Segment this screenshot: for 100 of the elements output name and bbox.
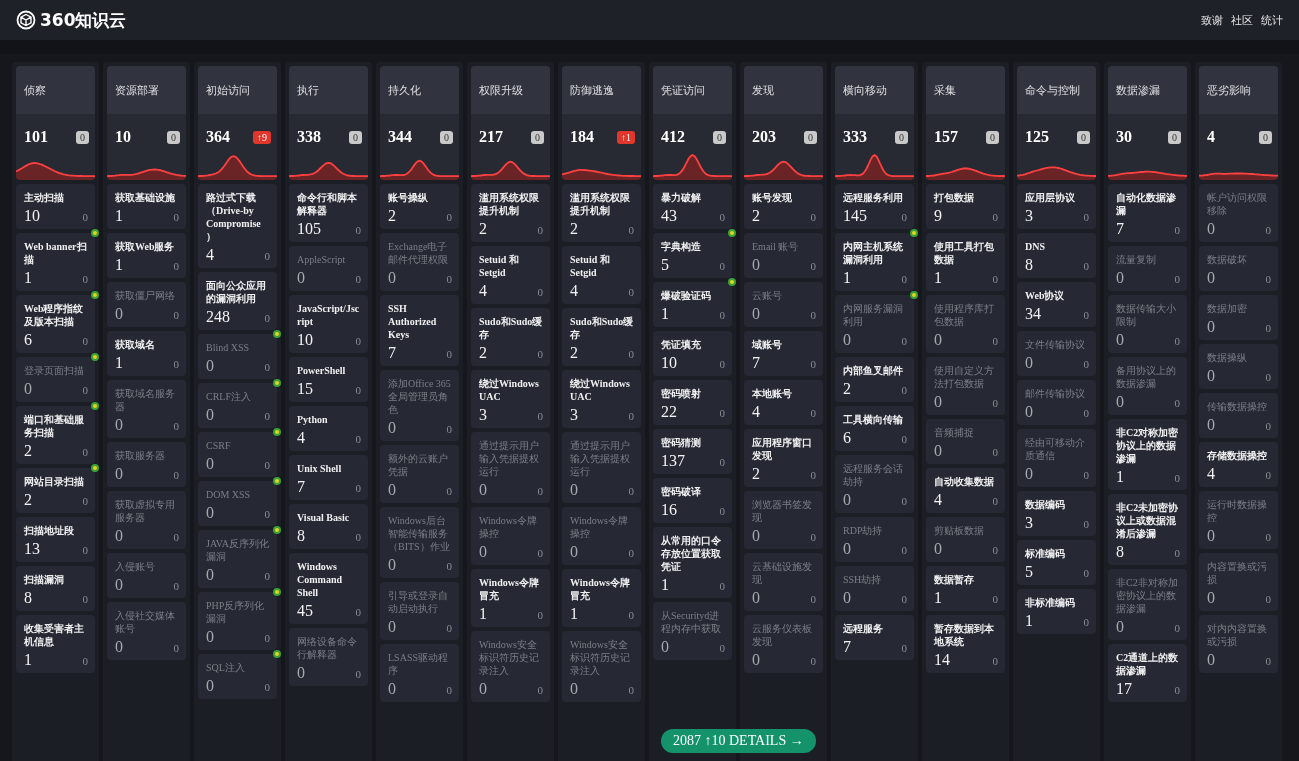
technique-card[interactable]: 获取服务器 0 0 [107,442,186,487]
technique-card[interactable]: Setuid 和 Setgid 4 0 [562,246,641,304]
technique-card[interactable]: 打包数据 9 0 [926,184,1005,229]
technique-card[interactable]: 数据暂存 1 0 [926,566,1005,611]
technique-card[interactable]: 获取域名服务器 0 0 [107,380,186,438]
technique-card[interactable]: 获取域名 1 0 [107,331,186,376]
technique-card[interactable]: Windows令牌冒充 1 0 [471,569,550,627]
tactic-header[interactable]: 资源部署 10 0 [107,66,186,180]
technique-card[interactable]: 标准编码 5 0 [1017,540,1096,585]
technique-card[interactable]: 云基础设施发现 0 0 [744,553,823,611]
technique-card[interactable]: 数据加密 0 0 [1199,295,1278,340]
technique-card[interactable]: 命令行和脚本解释器 105 0 [289,184,368,242]
technique-card[interactable]: Windows安全标识符历史记录注入 0 0 [471,631,550,702]
technique-card[interactable]: 获取僵尸网络 0 0 [107,282,186,327]
technique-card[interactable]: 扫描漏洞 8 0 [16,566,95,611]
technique-card[interactable]: Visual Basic 8 0 [289,504,368,549]
technique-card[interactable]: 入侵账号 0 0 [107,553,186,598]
technique-card[interactable]: 远程服务 7 0 [835,615,914,660]
technique-card[interactable]: Sudo和Sudo缓存 2 0 [471,308,550,366]
tactic-header[interactable]: 恶劣影响 4 0 [1199,66,1278,180]
technique-card[interactable]: 主动扫描 10 0 [16,184,95,229]
technique-card[interactable]: Windows Command Shell 45 0 [289,553,368,624]
technique-card[interactable]: 流量复制 0 0 [1108,246,1187,291]
technique-card[interactable]: 自动收集数据 4 0 [926,468,1005,513]
technique-card[interactable]: 获取虚拟专用服务器 0 0 [107,491,186,549]
technique-card[interactable]: 暴力破解 43 0 [653,184,732,229]
technique-card[interactable]: Windows安全标识符历史记录注入 0 0 [562,631,641,702]
technique-card[interactable]: Exchange电子邮件代理权限 0 0 [380,233,459,291]
technique-card[interactable]: C2通道上的数据渗漏 17 0 [1108,644,1187,702]
technique-card[interactable]: Sudo和Sudo缓存 2 0 [562,308,641,366]
technique-card[interactable]: 存储数据操控 4 0 [1199,442,1278,487]
tactic-header[interactable]: 防御逃逸 184 ↑1 [562,66,641,180]
nav-link[interactable]: 统计 [1261,12,1283,28]
technique-card[interactable]: Unix Shell 7 0 [289,455,368,500]
technique-card[interactable]: 邮件传输协议 0 0 [1017,380,1096,425]
technique-card[interactable]: 非标准编码 1 0 [1017,589,1096,634]
technique-card[interactable]: 暂存数据到本地系统 14 0 [926,615,1005,673]
technique-card[interactable]: 入侵社交媒体账号 0 0 [107,602,186,660]
nav-link[interactable]: 致谢 [1201,12,1223,28]
technique-card[interactable]: 通过提示用户输入凭据提权运行 0 0 [562,432,641,503]
technique-card[interactable]: 远程服务会话劫持 0 0 [835,455,914,513]
technique-card[interactable]: 网络设备命令行解释器 0 0 [289,628,368,686]
technique-card[interactable]: 工具横向传输 6 0 [835,406,914,451]
technique-card[interactable]: 密码猜测 137 0 [653,429,732,474]
technique-card[interactable]: Windows令牌冒充 1 0 [562,569,641,627]
details-button[interactable]: 2087 ↑10 DETAILS → [661,729,816,753]
technique-card[interactable]: 使用程序库打包数据 0 0 [926,295,1005,353]
tactic-header[interactable]: 命令与控制 125 0 [1017,66,1096,180]
logo-text[interactable]: 360知识云 [40,8,127,32]
technique-card[interactable]: 本地账号 4 0 [744,380,823,425]
technique-card[interactable]: 滥用系统权限提升机制 2 0 [471,184,550,242]
technique-card[interactable]: Windows令牌操控 0 0 [471,507,550,565]
technique-card[interactable]: 云账号 0 0 [744,282,823,327]
tactic-header[interactable]: 凭证访问 412 0 [653,66,732,180]
technique-card[interactable]: 账号操纵 2 0 [380,184,459,229]
technique-card[interactable]: 面向公众应用的漏洞利用 248 0 [198,272,277,330]
technique-card[interactable]: 使用工具打包数据 1 0 [926,233,1005,291]
technique-card[interactable]: Email 账号 0 0 [744,233,823,278]
tactic-header[interactable]: 持久化 344 0 [380,66,459,180]
technique-card[interactable]: 获取基础设施 1 0 [107,184,186,229]
technique-card[interactable]: Setuid 和 Setgid 4 0 [471,246,550,304]
technique-card[interactable]: 文件传输协议 0 0 [1017,331,1096,376]
nav-link[interactable]: 社区 [1231,12,1253,28]
tactic-header[interactable]: 横向移动 333 0 [835,66,914,180]
technique-card[interactable]: 远程服务利用 145 0 [835,184,914,229]
technique-card[interactable]: 对内内容置换或污损 0 0 [1199,615,1278,673]
technique-card[interactable]: 获取Web服务 1 0 [107,233,186,278]
technique-card[interactable]: SSH劫持 0 0 [835,566,914,611]
technique-card[interactable]: Windows后台智能传输服务（BITS）作业 0 0 [380,507,459,578]
technique-card[interactable]: 绕过Windows UAC 3 0 [471,370,550,428]
technique-card[interactable]: 域账号 7 0 [744,331,823,376]
tactic-header[interactable]: 采集 157 0 [926,66,1005,180]
technique-card[interactable]: 滥用系统权限提升机制 2 0 [562,184,641,242]
technique-card[interactable]: 通过提示用户输入凭据提权运行 0 0 [471,432,550,503]
tactic-header[interactable]: 权限升级 217 0 [471,66,550,180]
technique-card[interactable]: 非C2对称加密协议上的数据渗漏 1 0 [1108,419,1187,490]
technique-card[interactable]: 浏览器书签发现 0 0 [744,491,823,549]
technique-card[interactable]: 额外的云账户凭据 0 0 [380,445,459,503]
tactic-header[interactable]: 数据渗漏 30 0 [1108,66,1187,180]
technique-card[interactable]: 数据操纵 0 0 [1199,344,1278,389]
technique-card[interactable]: 引导或登录自动启动执行 0 0 [380,582,459,640]
technique-card[interactable]: 云服务仪表板发现 0 0 [744,615,823,673]
technique-card[interactable]: LSASS驱动程序 0 0 [380,644,459,702]
technique-card[interactable]: SSH Authorized Keys 7 0 [380,295,459,366]
technique-card[interactable]: 数据编码 3 0 [1017,491,1096,536]
technique-card[interactable]: 帐户访问权限移除 0 0 [1199,184,1278,242]
tactic-header[interactable]: 执行 338 0 [289,66,368,180]
technique-card[interactable]: Web协议 34 0 [1017,282,1096,327]
technique-card[interactable]: JavaScript/Jscript 10 0 [289,295,368,353]
technique-card[interactable]: 音频捕捉 0 0 [926,419,1005,464]
technique-card[interactable]: 从常用的口令存放位置获取凭证 1 0 [653,527,732,598]
technique-card[interactable]: 内部鱼叉邮件 2 0 [835,357,914,402]
technique-card[interactable]: Python 4 0 [289,406,368,451]
tactic-header[interactable]: 初始访问 364 ↑9 [198,66,277,180]
technique-card[interactable]: 凭证填充 10 0 [653,331,732,376]
technique-card[interactable]: AppleScript 0 0 [289,246,368,291]
technique-card[interactable]: 传输数据操控 0 0 [1199,393,1278,438]
tactic-header[interactable]: 侦察 101 0 [16,66,95,180]
technique-card[interactable]: 经由可移动介质通信 0 0 [1017,429,1096,487]
technique-card[interactable]: 内容置换或污损 0 0 [1199,553,1278,611]
